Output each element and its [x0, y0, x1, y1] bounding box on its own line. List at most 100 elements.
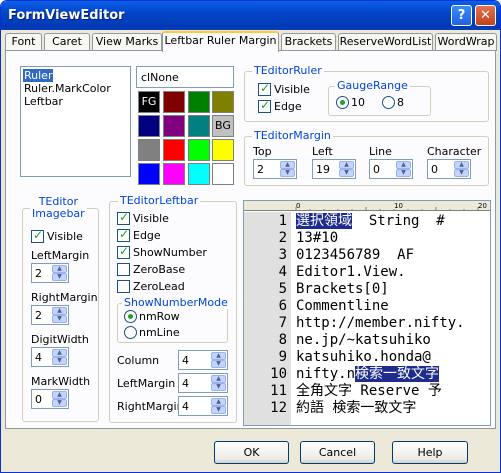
- tab-reserve-word-list[interactable]: ReserveWordList: [338, 33, 433, 51]
- gauge-range-10-radio[interactable]: [336, 96, 349, 109]
- imagebar-right-margin-spinner[interactable]: 2 ▲ ▼: [31, 305, 69, 325]
- color-swatch-yellow[interactable]: [212, 139, 234, 161]
- color-name-field[interactable]: clNone: [136, 66, 234, 88]
- color-swatch-red[interactable]: [163, 139, 185, 161]
- leftbar-show-number-checkbox[interactable]: [117, 244, 130, 259]
- spin-up-icon[interactable]: ▲: [52, 265, 67, 273]
- spin-down-icon[interactable]: ▼: [280, 169, 295, 177]
- help-title-button[interactable]: ?: [451, 5, 472, 26]
- mode-nmrow-radio[interactable]: [124, 310, 137, 323]
- spin-down-icon[interactable]: ▼: [52, 315, 67, 323]
- code-text: 約語 検索一致文字: [296, 400, 417, 416]
- imagebar-digit-width-spinner[interactable]: 4 ▲ ▼: [31, 347, 69, 367]
- spin-down-icon[interactable]: ▼: [396, 169, 411, 177]
- leftbar-column-spinner[interactable]: 4 ▲ ▼: [178, 350, 228, 370]
- bg-marker: BG: [215, 119, 231, 132]
- code-line: katsuhiko.honda@: [296, 350, 431, 365]
- color-swatch-navy[interactable]: [138, 115, 160, 137]
- spin-down-icon[interactable]: ▼: [339, 169, 354, 177]
- code-line: Brackets[0]: [296, 282, 389, 297]
- line-number: 10: [270, 366, 287, 382]
- ok-button[interactable]: OK: [214, 441, 289, 464]
- tab-view-marks[interactable]: View Marks: [92, 33, 162, 51]
- color-swatch-purple[interactable]: [163, 115, 185, 137]
- color-swatch-olive[interactable]: [212, 91, 234, 113]
- ruler-visible-checkbox[interactable]: [258, 81, 271, 96]
- margin-line-spinner[interactable]: 0 ▲ ▼: [369, 159, 413, 179]
- leftbar-right-margin-spinner[interactable]: 4 ▲ ▼: [178, 396, 228, 416]
- spin-up-icon[interactable]: ▲: [52, 349, 67, 357]
- color-item-list[interactable]: Ruler Ruler.MarkColor Leftbar: [20, 66, 131, 177]
- list-item-ruler-markcolor[interactable]: Ruler.MarkColor: [23, 82, 112, 95]
- color-swatch-black[interactable]: FG: [138, 91, 160, 113]
- spin-down-icon[interactable]: ▼: [52, 273, 67, 281]
- color-swatch-gray[interactable]: [138, 139, 160, 161]
- leftbar-visible-checkbox[interactable]: [117, 210, 130, 225]
- margin-character-spinner[interactable]: 0 ▲ ▼: [427, 159, 471, 179]
- margin-top-spinner[interactable]: 2 ▲ ▼: [253, 159, 297, 179]
- color-swatch-maroon[interactable]: [163, 91, 185, 113]
- color-swatch-green[interactable]: [188, 91, 210, 113]
- spin-up-icon[interactable]: ▲: [396, 161, 411, 169]
- mode-nmline-radio[interactable]: [124, 326, 137, 339]
- tab-brackets[interactable]: Brackets: [281, 33, 336, 51]
- leftbar-zero-base-checkbox[interactable]: [117, 263, 130, 276]
- cancel-button[interactable]: Cancel: [300, 441, 375, 464]
- color-swatch-aqua[interactable]: [188, 163, 210, 185]
- tab-caret[interactable]: Caret: [44, 33, 90, 51]
- imagebar-left-margin-label: LeftMargin: [31, 249, 90, 262]
- tab-leftbar-ruler-margin[interactable]: Leftbar Ruler Margin: [162, 31, 279, 52]
- spin-up-icon[interactable]: ▲: [454, 161, 469, 169]
- spin-down-icon[interactable]: ▼: [211, 406, 226, 414]
- code-text: 13#10: [296, 230, 339, 246]
- line-number: 3: [278, 247, 287, 263]
- imagebar-left-margin-spinner[interactable]: 2 ▲ ▼: [31, 263, 69, 283]
- spin-up-icon[interactable]: ▲: [52, 391, 67, 399]
- leftbar-left-margin-label: LeftMargin: [117, 377, 176, 390]
- margin-left-spinner[interactable]: 19 ▲ ▼: [312, 159, 356, 179]
- code-text: ne.jp/~katsuhiko: [296, 332, 431, 348]
- close-button[interactable]: ✕: [475, 5, 496, 26]
- spin-up-icon[interactable]: ▲: [211, 398, 226, 406]
- editor-preview[interactable]: 0 10 20 1 選択領域 String # 2 13#10 3 0123456789 …: [243, 200, 491, 426]
- tab-word-wrap[interactable]: WordWrap: [435, 33, 497, 51]
- spin-up-icon[interactable]: ▲: [280, 161, 295, 169]
- spin-down-icon[interactable]: ▼: [211, 360, 226, 368]
- color-swatch-silver[interactable]: BG: [212, 115, 234, 137]
- tab-font[interactable]: Font: [5, 33, 42, 51]
- code-text: Commentline: [296, 298, 389, 314]
- spin-up-icon[interactable]: ▲: [339, 161, 354, 169]
- color-swatch-lime[interactable]: [188, 139, 210, 161]
- list-item-leftbar[interactable]: Leftbar: [23, 95, 64, 108]
- gauge-range-8-radio[interactable]: [382, 96, 395, 109]
- leftbar-right-margin-label: RightMargin: [117, 400, 184, 413]
- spin-down-icon[interactable]: ▼: [52, 357, 67, 365]
- spin-up-icon[interactable]: ▲: [211, 375, 226, 383]
- spin-down-icon[interactable]: ▼: [454, 169, 469, 177]
- spin-down-icon[interactable]: ▼: [211, 383, 226, 391]
- code-line: Commentline: [296, 299, 389, 314]
- leftbar-left-margin-spinner[interactable]: 4 ▲ ▼: [178, 373, 228, 393]
- help-button[interactable]: Help: [392, 441, 468, 464]
- color-swatch-fuchsia[interactable]: [163, 163, 185, 185]
- imagebar-visible-checkbox[interactable]: [31, 228, 44, 243]
- color-swatch-white[interactable]: [212, 163, 234, 185]
- tab-strip: Font Caret View Marks Leftbar Ruler Marg…: [1, 31, 500, 52]
- spin-up-icon[interactable]: ▲: [211, 352, 226, 360]
- line-number: 9: [278, 349, 287, 365]
- code-text: http://member.nifty.: [296, 315, 465, 331]
- leftbar-edge-checkbox[interactable]: [117, 227, 130, 242]
- spin-up-icon[interactable]: ▲: [52, 307, 67, 315]
- color-swatch-blue[interactable]: [138, 163, 160, 185]
- color-swatch-teal[interactable]: [188, 115, 210, 137]
- code-text: nifty.n: [296, 366, 356, 382]
- margin-line-value: 0: [373, 163, 380, 176]
- imagebar-left-margin-value: 2: [35, 267, 42, 280]
- code-line: http://member.nifty.: [296, 316, 465, 331]
- leftbar-zero-lead-checkbox[interactable]: [117, 280, 130, 293]
- imagebar-mark-width-spinner[interactable]: 0 ▲ ▼: [31, 389, 69, 409]
- list-item-ruler[interactable]: Ruler: [23, 69, 54, 82]
- title-bar[interactable]: FormViewEditor ? ✕: [1, 1, 500, 30]
- ruler-edge-checkbox[interactable]: [258, 98, 271, 113]
- spin-down-icon[interactable]: ▼: [52, 399, 67, 407]
